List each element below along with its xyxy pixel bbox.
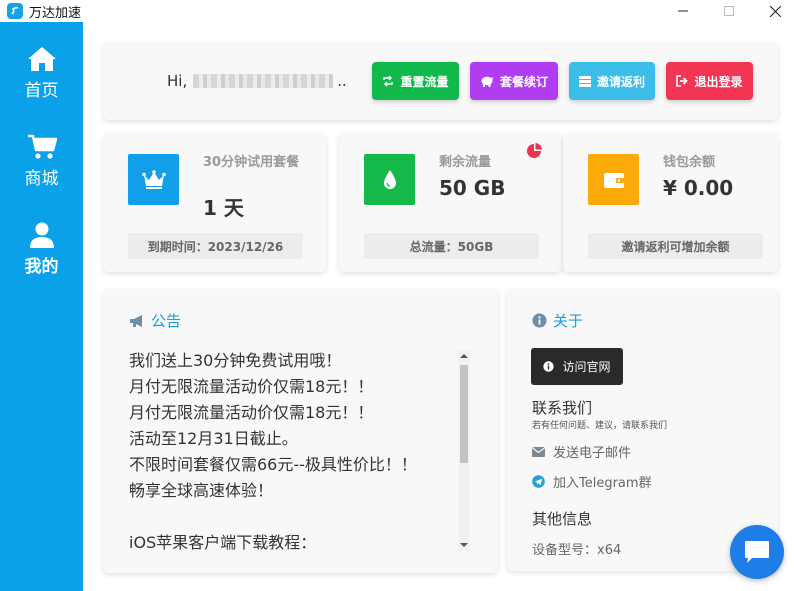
crown-icon — [141, 169, 166, 189]
plan-expiry: 到期时间：2023/12/26 — [128, 233, 303, 259]
plan-remaining-value: 1 天 — [203, 196, 244, 220]
window-title: 万达加速 — [29, 5, 82, 21]
redacted-username — [193, 74, 334, 88]
send-email-label: 发送电子邮件 — [553, 446, 632, 461]
visit-website-button[interactable]: 访问官网 — [531, 348, 623, 385]
contact-title: 联系我们 — [532, 399, 593, 417]
wallet-label: 钱包余额 — [663, 155, 716, 170]
notice-line — [129, 504, 455, 530]
minimize-icon — [678, 10, 688, 12]
notice-header: 公告 — [129, 310, 181, 331]
notice-line: iOS苹果客户端下载教程： — [129, 533, 317, 552]
about-header: 关于 — [532, 310, 583, 331]
chat-bubble-icon — [745, 541, 769, 563]
invite-icon — [578, 76, 591, 87]
notice-content[interactable]: 我们送上30分钟免费试用哦！ 月付无限流量活动价仅需18元！！ 月付无限流量活动… — [129, 348, 455, 556]
telegram-icon — [532, 475, 545, 488]
about-title: 关于 — [553, 312, 584, 330]
visit-website-label: 访问官网 — [562, 360, 611, 374]
close-button[interactable] — [752, 0, 794, 22]
traffic-total: 总流量：50GB — [364, 233, 539, 259]
home-icon — [27, 47, 56, 71]
device-model: 设备型号：x64 — [532, 543, 622, 558]
notice-line: 月付无限流量活动价仅需18元！！ — [129, 377, 374, 396]
user-icon — [29, 222, 54, 248]
logout-icon — [676, 75, 689, 87]
invite-rebate-button[interactable]: 邀请返利 — [569, 62, 655, 100]
sidebar-item-label: 首页 — [24, 81, 59, 101]
greeting-prefix: Hi, — [167, 72, 188, 90]
greeting: Hi,.. — [167, 72, 347, 90]
join-telegram-label: 加入Telegram群 — [553, 476, 652, 491]
notice-line: 不限时间套餐仅需66元--极具性价比！！ — [129, 455, 417, 474]
notice-title: 公告 — [151, 312, 182, 330]
notice-scrollbar[interactable] — [458, 350, 470, 551]
greeting-card: Hi,.. 重置流量 套餐续订 邀请返利 退出登录 — [103, 43, 778, 120]
notice-line: 畅享全球高速体验！ — [129, 481, 274, 500]
piggy-bank-icon — [481, 76, 493, 87]
traffic-value: 50 GB — [439, 176, 506, 200]
notice-line: 我们送上30分钟免费试用哦！ — [129, 351, 342, 370]
scroll-up-icon[interactable] — [460, 353, 468, 359]
notice-line: 月付无限流量活动价仅需18元！！ — [129, 403, 374, 422]
scroll-thumb[interactable] — [460, 365, 468, 463]
info-icon — [543, 361, 555, 372]
scroll-down-icon[interactable] — [460, 542, 468, 548]
send-email-link[interactable]: 发送电子邮件 — [532, 442, 631, 461]
reset-traffic-button[interactable]: 重置流量 — [372, 62, 459, 100]
traffic-label: 剩余流量 — [439, 155, 492, 170]
sidebar-item-home[interactable]: 首页 — [0, 46, 83, 101]
about-card: 关于 访问官网 联系我们 若有任何问题、建议，请联系我们 发送电子邮件 加入Te… — [507, 289, 778, 571]
reset-traffic-label: 重置流量 — [400, 74, 449, 89]
greeting-suffix: .. — [337, 72, 347, 90]
drop-icon — [383, 169, 396, 189]
title-bar: 万达加速 — [0, 0, 794, 22]
sidebar-item-shop[interactable]: 商城 — [0, 134, 83, 189]
envelope-icon — [532, 446, 545, 457]
logout-button[interactable]: 退出登录 — [666, 62, 753, 100]
traffic-icon-box — [364, 154, 415, 205]
plan-card: 30分钟试用套餐 1 天 到期时间：2023/12/26 — [103, 133, 326, 272]
wallet-icon — [603, 172, 624, 188]
wallet-hint: 邀请返利可增加余额 — [588, 233, 763, 259]
notice-card: 公告 我们送上30分钟免费试用哦！ 月付无限流量活动价仅需18元！！ 月付无限流… — [103, 289, 498, 573]
sidebar-item-profile[interactable]: 我的 — [0, 222, 83, 277]
wallet-card: 钱包余额 ¥ 0.00 邀请返利可增加余额 — [563, 133, 778, 272]
maximize-icon — [724, 6, 734, 16]
renew-plan-button[interactable]: 套餐续订 — [470, 62, 558, 100]
megaphone-icon — [130, 314, 142, 327]
info-icon — [532, 313, 547, 328]
plan-icon-box — [128, 154, 179, 205]
wallet-balance: ¥ 0.00 — [663, 176, 734, 200]
cart-icon — [27, 134, 57, 159]
logout-label: 退出登录 — [694, 74, 743, 89]
plan-name: 30分钟试用套餐 — [203, 155, 300, 170]
renew-plan-label: 套餐续订 — [499, 74, 548, 89]
sidebar: 首页 商城 我的 — [0, 22, 83, 591]
reset-icon — [383, 75, 394, 87]
minimize-button[interactable] — [660, 0, 706, 22]
sidebar-item-label: 商城 — [24, 169, 59, 189]
chat-button[interactable] — [730, 525, 784, 579]
notice-line: 活动至12月31日截止。 — [129, 429, 298, 448]
sidebar-item-label: 我的 — [24, 257, 59, 277]
maximize-button[interactable] — [706, 0, 752, 22]
invite-rebate-label: 邀请返利 — [596, 74, 645, 89]
other-info-title: 其他信息 — [532, 510, 593, 528]
app-logo-icon — [7, 3, 23, 19]
wallet-icon-box — [588, 154, 639, 205]
contact-subtitle: 若有任何问题、建议，请联系我们 — [532, 421, 668, 431]
join-telegram-link[interactable]: 加入Telegram群 — [532, 472, 652, 491]
close-icon — [769, 5, 781, 17]
traffic-card: 剩余流量 50 GB 总流量：50GB — [339, 133, 562, 272]
